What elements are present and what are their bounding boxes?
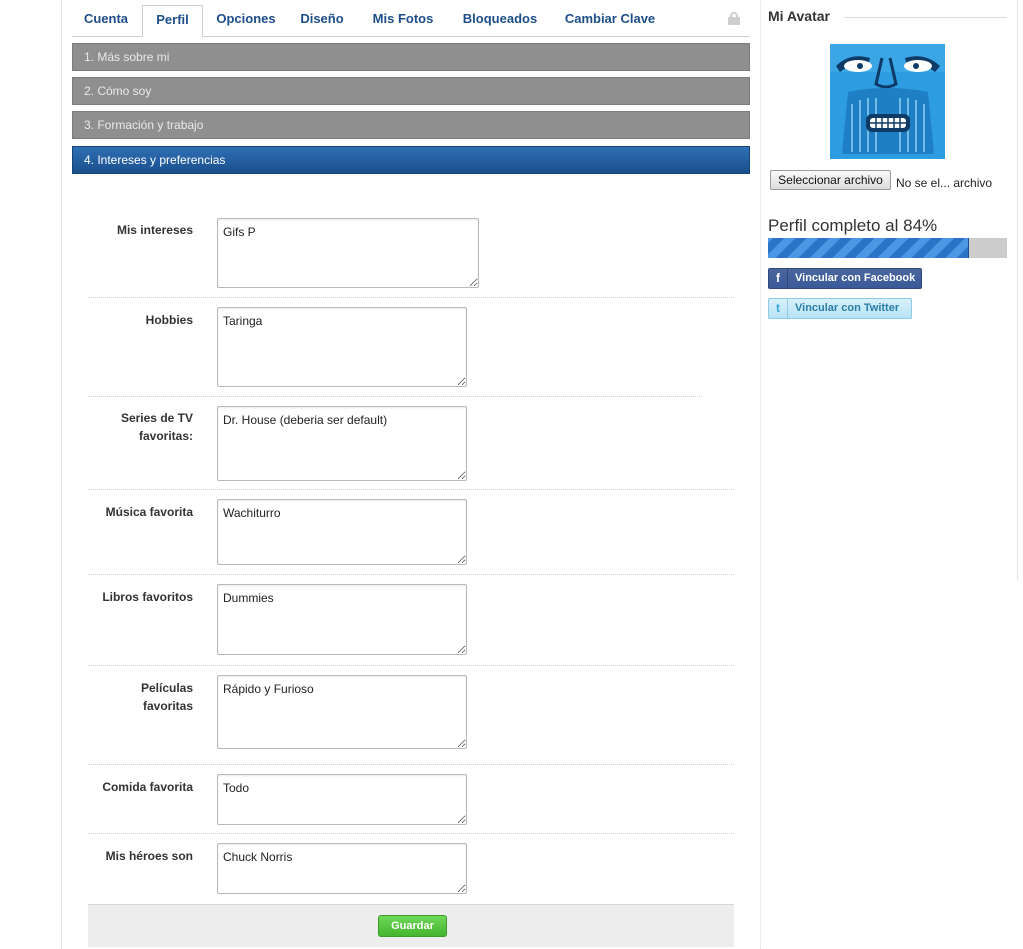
tab-diseno[interactable]: Diseño xyxy=(291,5,353,37)
sidebar-divider xyxy=(760,0,761,949)
profile-progress-label: Perfil completo al 84% xyxy=(768,216,938,235)
accordion-mas-sobre-mi[interactable]: 1. Más sobre mi xyxy=(72,43,750,71)
series-textarea[interactable]: Dr. House (deberia ser default) xyxy=(217,406,467,481)
twitter-link-button[interactable]: t Vincular con Twitter xyxy=(768,298,912,319)
musica-textarea[interactable]: Wachiturro xyxy=(217,499,467,565)
form-row-hobbies: Hobbies Taringa xyxy=(88,298,702,397)
accordion-intereses-preferencias[interactable]: 4. Intereses y preferencias xyxy=(72,146,750,174)
form-row-series: Series de TV favoritas: Dr. House (deber… xyxy=(88,397,734,490)
hobbies-textarea[interactable]: Taringa xyxy=(217,307,467,387)
field-label: Películas favoritas xyxy=(140,681,193,713)
sidebar-title-rule xyxy=(844,17,1007,18)
tab-bloqueados[interactable]: Bloqueados xyxy=(453,5,547,37)
tab-perfil[interactable]: Perfil xyxy=(142,5,203,38)
field-label: Música favorita xyxy=(105,505,193,519)
field-label: Mis héroes son xyxy=(105,849,193,863)
lock-icon xyxy=(728,12,740,25)
tab-opciones[interactable]: Opciones xyxy=(208,5,284,37)
accordion-como-soy[interactable]: 2. Cómo soy xyxy=(72,77,750,105)
sidebar: Mi Avatar Seleccionar archivo No se el..… xyxy=(760,0,1010,949)
facebook-link-label: Vincular con Facebook xyxy=(795,272,916,284)
form-row-comida: Comida favorita Todo xyxy=(88,765,734,834)
field-label: Series de TV favoritas: xyxy=(120,411,193,443)
avatar-image[interactable] xyxy=(830,44,945,159)
file-status: No se el... archivo xyxy=(896,176,993,190)
field-label: Mis intereses xyxy=(116,223,193,237)
save-button[interactable]: Guardar xyxy=(378,915,447,937)
form-row-heroes: Mis héroes son Chuck Norris xyxy=(88,834,734,904)
libros-textarea[interactable]: Dummies xyxy=(217,584,467,655)
heroes-textarea[interactable]: Chuck Norris xyxy=(217,843,467,894)
form-row-libros: Libros favoritos Dummies xyxy=(88,575,734,666)
twitter-icon: t xyxy=(769,299,788,318)
field-label: Libros favoritos xyxy=(102,590,193,604)
select-file-button[interactable]: Seleccionar archivo xyxy=(770,170,891,190)
form-footer: Guardar xyxy=(88,904,734,947)
field-label: Hobbies xyxy=(145,313,193,327)
field-label: Comida favorita xyxy=(102,780,193,794)
profile-progress-fill xyxy=(768,238,969,258)
facebook-link-button[interactable]: f Vincular con Facebook xyxy=(768,268,922,289)
facebook-icon: f xyxy=(769,269,788,288)
main-column: Cuenta Perfil Opciones Diseño Mis Fotos … xyxy=(72,0,750,949)
twitter-link-label: Vincular con Twitter xyxy=(795,302,900,314)
avatar-face-icon xyxy=(830,44,945,159)
tab-mis-fotos[interactable]: Mis Fotos xyxy=(362,5,444,37)
page-right-border xyxy=(1017,0,1018,580)
tab-cuenta[interactable]: Cuenta xyxy=(74,5,138,37)
profile-tabs: Cuenta Perfil Opciones Diseño Mis Fotos … xyxy=(72,0,750,38)
peliculas-textarea[interactable]: Rápido y Furioso xyxy=(217,675,467,749)
comida-textarea[interactable]: Todo xyxy=(217,774,467,825)
sidebar-title: Mi Avatar xyxy=(768,8,836,24)
accordion-formacion-trabajo[interactable]: 3. Formación y trabajo xyxy=(72,111,750,139)
profile-progress-bar xyxy=(768,238,1007,258)
form-row-musica: Música favorita Wachiturro xyxy=(88,490,734,575)
tab-cambiar-clave[interactable]: Cambiar Clave xyxy=(557,5,663,37)
page-left-border xyxy=(61,0,62,949)
intereses-textarea[interactable]: Gifs P xyxy=(217,218,479,288)
form-row-peliculas: Películas favoritas Rápido y Furioso xyxy=(88,666,734,765)
form-row-intereses: Mis intereses Gifs P xyxy=(88,175,734,298)
